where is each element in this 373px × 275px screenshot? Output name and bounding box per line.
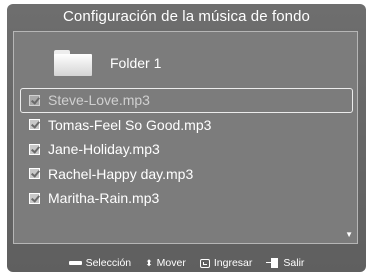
checkbox-icon[interactable] bbox=[29, 168, 40, 180]
file-list: Steve-Love.mp3 Tomas-Feel So Good.mp3 Ja… bbox=[20, 88, 353, 211]
enter-key-icon bbox=[199, 258, 210, 268]
file-name: Steve-Love.mp3 bbox=[48, 92, 150, 109]
hint-enter: Ingresar bbox=[199, 257, 253, 269]
hint-move-label: Mover bbox=[156, 257, 186, 269]
hint-enter-label: Ingresar bbox=[213, 257, 253, 269]
file-name: Rachel-Happy day.mp3 bbox=[48, 165, 194, 182]
checkbox-icon[interactable] bbox=[29, 119, 40, 131]
file-item-rachel-happy-day[interactable]: Rachel-Happy day.mp3 bbox=[20, 162, 353, 187]
file-item-steve-love[interactable]: Steve-Love.mp3 bbox=[20, 88, 353, 113]
file-name: Maritha-Rain.mp3 bbox=[48, 190, 160, 207]
file-browser-panel: Folder 1 Steve-Love.mp3 Tomas-Feel So Go… bbox=[13, 31, 358, 244]
up-down-icon: ⬍ bbox=[145, 257, 153, 268]
file-name: Tomas-Feel So Good.mp3 bbox=[48, 116, 212, 133]
key-hints-bar: Selección ⬍ Mover Ingresar Salir bbox=[7, 255, 366, 271]
file-item-maritha-rain[interactable]: Maritha-Rain.mp3 bbox=[20, 186, 353, 211]
file-name: Jane-Holiday.mp3 bbox=[48, 141, 160, 158]
folder-item[interactable]: Folder 1 bbox=[54, 48, 161, 78]
scroll-down-icon[interactable]: ▼ bbox=[345, 230, 353, 239]
file-item-tomas-feel-so-good[interactable]: Tomas-Feel So Good.mp3 bbox=[20, 113, 353, 138]
exit-key-icon bbox=[266, 258, 279, 268]
folder-label: Folder 1 bbox=[110, 55, 162, 71]
hint-exit-label: Salir bbox=[283, 257, 305, 269]
bar-key-icon bbox=[68, 261, 82, 265]
file-item-jane-holiday[interactable]: Jane-Holiday.mp3 bbox=[20, 137, 353, 162]
hint-select-label: Selección bbox=[85, 257, 132, 269]
checkbox-icon[interactable] bbox=[29, 192, 40, 204]
dialog-title: Configuración de la música de fondo bbox=[63, 8, 310, 25]
hint-exit: Salir bbox=[266, 257, 304, 269]
checkbox-icon[interactable] bbox=[29, 143, 40, 155]
music-settings-dialog: Configuración de la música de fondo Fold… bbox=[7, 4, 366, 272]
hint-select: Selección bbox=[68, 257, 132, 269]
hint-move: ⬍ Mover bbox=[145, 257, 186, 269]
folder-icon bbox=[54, 50, 92, 76]
checkbox-icon[interactable] bbox=[29, 94, 40, 106]
